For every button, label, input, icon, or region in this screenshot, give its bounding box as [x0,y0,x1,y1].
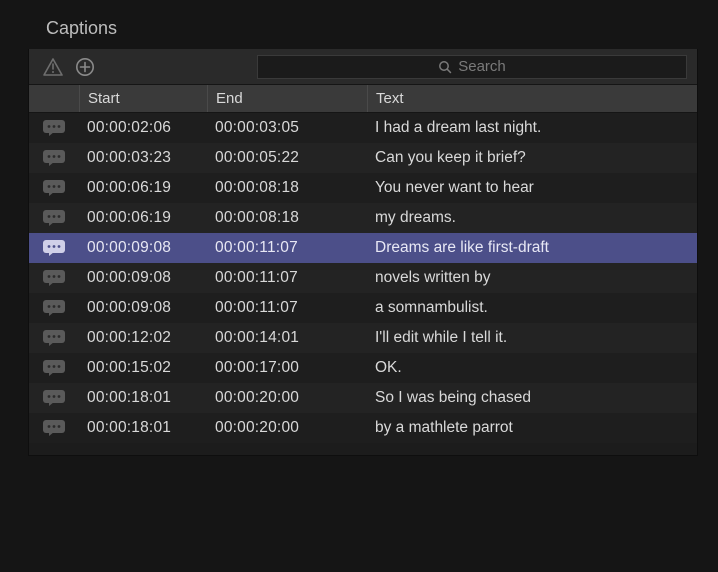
table-row[interactable]: 00:00:09:08 00:00:11:07 novels written b… [29,263,697,293]
caption-text: my dreams. [367,209,697,227]
table-row[interactable]: 00:00:15:02 00:00:17:00 OK. [29,353,697,383]
search-icon [438,60,452,74]
caption-text: Dreams are like first-draft [367,239,697,257]
start-time: 00:00:02:06 [79,119,207,137]
caption-rows: 00:00:02:06 00:00:03:05 I had a dream la… [29,113,697,443]
end-time: 00:00:05:22 [207,149,367,167]
table-row[interactable]: 00:00:03:23 00:00:05:22 Can you keep it … [29,143,697,173]
table-row[interactable]: 00:00:06:19 00:00:08:18 You never want t… [29,173,697,203]
warning-icon[interactable] [43,58,63,76]
caption-text: Can you keep it brief? [367,149,697,167]
caption-text: I had a dream last night. [367,119,697,137]
end-time: 00:00:11:07 [207,299,367,317]
start-time: 00:00:09:08 [79,269,207,287]
end-time: 00:00:20:00 [207,389,367,407]
table-row[interactable]: 00:00:09:08 00:00:11:07 a somnambulist. [29,293,697,323]
header-end[interactable]: End [207,85,367,112]
list-container: Search Start End Text 00:00:02:06 00:00:… [28,49,698,456]
panel-title: Captions [28,18,698,49]
caption-text: OK. [367,359,697,377]
caption-type-icon [29,269,79,287]
end-time: 00:00:14:01 [207,329,367,347]
table-row[interactable]: 00:00:18:01 00:00:20:00 So I was being c… [29,383,697,413]
table-row[interactable]: 00:00:18:01 00:00:20:00 by a mathlete pa… [29,413,697,443]
caption-text: novels written by [367,269,697,287]
header-start[interactable]: Start [79,85,207,112]
caption-text: a somnambulist. [367,299,697,317]
start-time: 00:00:12:02 [79,329,207,347]
end-time: 00:00:17:00 [207,359,367,377]
caption-type-icon [29,329,79,347]
caption-text: So I was being chased [367,389,697,407]
caption-type-icon [29,359,79,377]
start-time: 00:00:06:19 [79,209,207,227]
table-row[interactable]: 00:00:06:19 00:00:08:18 my dreams. [29,203,697,233]
table-row[interactable]: 00:00:12:02 00:00:14:01 I'll edit while … [29,323,697,353]
end-time: 00:00:08:18 [207,209,367,227]
end-time: 00:00:11:07 [207,239,367,257]
caption-type-icon [29,209,79,227]
start-time: 00:00:09:08 [79,299,207,317]
caption-type-icon [29,239,79,257]
toolbar: Search [29,49,697,85]
header-text[interactable]: Text [367,85,697,112]
end-time: 00:00:20:00 [207,419,367,437]
caption-type-icon [29,389,79,407]
captions-panel: Captions [28,18,698,456]
caption-type-icon [29,419,79,437]
start-time: 00:00:03:23 [79,149,207,167]
table-row[interactable]: 00:00:09:08 00:00:11:07 Dreams are like … [29,233,697,263]
caption-text: by a mathlete parrot [367,419,697,437]
search-input[interactable]: Search [257,55,687,79]
column-headers: Start End Text [29,85,697,113]
end-time: 00:00:03:05 [207,119,367,137]
caption-text: You never want to hear [367,179,697,197]
end-time: 00:00:08:18 [207,179,367,197]
start-time: 00:00:06:19 [79,179,207,197]
header-icon-col[interactable] [29,85,79,112]
search-placeholder: Search [458,58,506,75]
start-time: 00:00:18:01 [79,419,207,437]
end-time: 00:00:11:07 [207,269,367,287]
list-footer-gap [29,443,697,455]
caption-type-icon [29,149,79,167]
caption-type-icon [29,179,79,197]
caption-text: I'll edit while I tell it. [367,329,697,347]
add-icon[interactable] [75,57,95,77]
start-time: 00:00:09:08 [79,239,207,257]
start-time: 00:00:15:02 [79,359,207,377]
start-time: 00:00:18:01 [79,389,207,407]
caption-type-icon [29,299,79,317]
table-row[interactable]: 00:00:02:06 00:00:03:05 I had a dream la… [29,113,697,143]
caption-type-icon [29,119,79,137]
